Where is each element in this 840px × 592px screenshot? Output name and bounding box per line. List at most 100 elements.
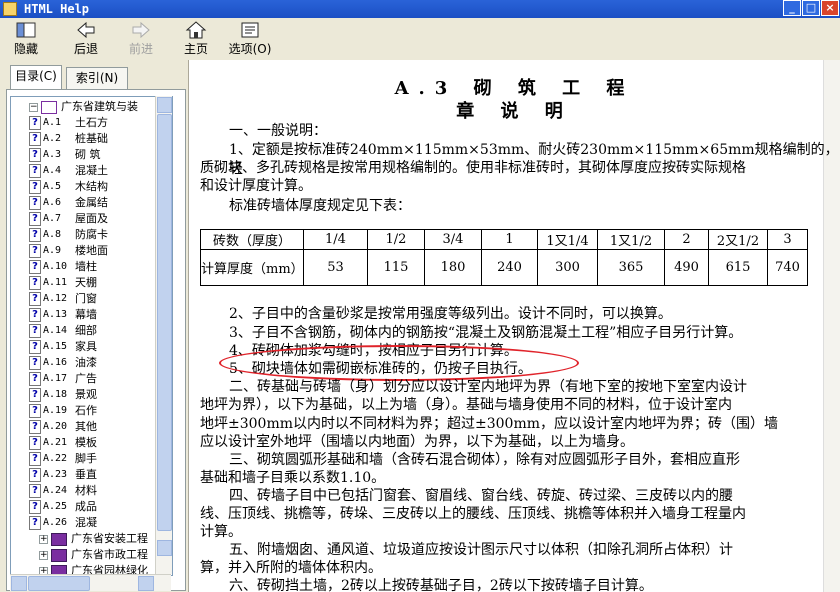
tree-item-label: 土石方 <box>75 116 108 129</box>
tree-item-label: 油漆 <box>75 356 97 369</box>
table-header-cell: 计算厚度（mm） <box>200 249 304 286</box>
tree-item-code: A.11 <box>43 277 68 288</box>
hide-pane-icon <box>16 22 36 38</box>
paragraph: 地坪为界），以下为基础，以上为墙（身）。基础与墙身使用不同的材料，位于设计室内 <box>200 397 732 413</box>
minimize-button[interactable]: _ <box>783 0 801 16</box>
tree-item-label: 脚手 <box>75 452 97 465</box>
scroll-up-icon[interactable] <box>157 97 172 113</box>
help-topic-icon: ? <box>29 324 41 338</box>
tree-item-code: A.12 <box>43 293 68 304</box>
scroll-right-icon[interactable] <box>138 576 154 591</box>
expand-icon: + <box>39 550 48 560</box>
tree-item-code: A.7 <box>43 213 62 224</box>
paragraph: 地坪±300mm以内时以不同材料为界；超过±300mm，应以设计室内地坪为界；砖… <box>200 416 779 432</box>
tree-item-code: A.17 <box>43 373 68 384</box>
paragraph: 应以设计室外地坪（围墙以内地面）为界，以下为基础，以上为墙身。 <box>200 434 634 450</box>
back-arrow-icon <box>77 21 95 39</box>
table-cell: 1/2 <box>367 229 425 250</box>
tree-item-label: 墙柱 <box>75 260 97 273</box>
tree-item-label: 模板 <box>75 436 97 449</box>
tab-contents[interactable]: 目录(C) <box>10 65 62 89</box>
help-topic-icon: ? <box>29 116 41 130</box>
book-icon <box>51 533 67 546</box>
hscroll-thumb[interactable] <box>28 576 90 591</box>
help-topic-icon: ? <box>29 516 41 530</box>
title-bar: HTML Help _ □ × <box>0 0 840 18</box>
options-icon <box>241 22 259 38</box>
table-cell: 365 <box>597 249 665 286</box>
tree-item-code: A.5 <box>43 181 62 192</box>
tree-item-label: 门窗 <box>75 292 97 305</box>
tree-item-label: 砌 筑 <box>75 148 101 161</box>
back-button[interactable]: 后退 <box>66 20 106 58</box>
paragraph: 五、附墙烟囱、通风道、垃圾道应按设计图示尺寸以体积（扣除孔洞所占体积）计 <box>229 542 733 558</box>
tree-item-code: A.24 <box>43 485 68 496</box>
table-cell: 615 <box>708 249 768 286</box>
help-topic-icon: ? <box>29 372 41 386</box>
table-cell: 3 <box>767 229 808 250</box>
help-topic-icon: ? <box>29 228 41 242</box>
tab-index[interactable]: 索引(N) <box>66 67 128 89</box>
topic-subtitle: 章 说 明 <box>456 101 573 122</box>
content-scrollbar[interactable] <box>823 60 840 592</box>
help-topic-icon: ? <box>29 452 41 466</box>
forward-arrow-icon <box>132 21 150 39</box>
help-topic-icon: ? <box>29 500 41 514</box>
tree-item-label: 金属结 <box>75 196 108 209</box>
tree-item-label: 屋面及 <box>75 212 108 225</box>
tree-item-label: 楼地面 <box>75 244 108 257</box>
paragraph: 2、子目中的含量砂浆是按常用强度等级列出。设计不同时，可以换算。 <box>229 306 672 322</box>
options-label: 选项(O) <box>228 42 272 56</box>
table-cell: 300 <box>537 249 598 286</box>
expand-icon: + <box>39 534 48 544</box>
help-topic-icon: ? <box>29 276 41 290</box>
tree-item-code: A.20 <box>43 421 68 432</box>
tree-item-code: A.9 <box>43 245 62 256</box>
tree-vertical-scrollbar[interactable] <box>155 96 172 574</box>
paragraph: 线、压顶线、挑檐等，砖垛、三皮砖以上的腰线、压顶线、挑檐等体积并入墙身工程量内 <box>200 506 746 522</box>
table-row: 砖数（厚度） 1/4 1/2 3/4 1 1又1/4 1又1/2 2 2又1/2… <box>200 229 808 250</box>
tree-item-label: 其他 <box>75 420 97 433</box>
hide-button[interactable]: 隐藏 <box>6 20 46 58</box>
tree-item-code: A.21 <box>43 437 68 448</box>
table-row: 计算厚度（mm） 53 115 180 240 300 365 490 615 … <box>200 249 808 286</box>
tree-item-code: A.1 <box>43 117 62 128</box>
scroll-thumb[interactable] <box>157 114 172 531</box>
close-button[interactable]: × <box>821 0 839 16</box>
tree-item-code: A.13 <box>43 309 68 320</box>
help-topic-icon: ? <box>29 164 41 178</box>
tree-item-label: 细部 <box>75 324 97 337</box>
tree-item-label: 成品 <box>75 500 97 513</box>
back-label: 后退 <box>73 42 98 56</box>
paragraph: 二、砖基础与砖墙（身）划分应以设计室内地坪为界（有地下室的按地下室室内设计 <box>229 379 747 395</box>
help-topic-icon: ? <box>29 244 41 258</box>
forward-button[interactable]: 前进 <box>121 20 161 58</box>
tree-item-code: A.26 <box>43 517 68 528</box>
tree-item-code: A.18 <box>43 389 68 400</box>
help-topic-icon: ? <box>29 404 41 418</box>
tree-item-code: A.2 <box>43 133 62 144</box>
table-cell: 1/4 <box>303 229 368 250</box>
tree-item-code: A.15 <box>43 341 68 352</box>
maximize-button[interactable]: □ <box>802 0 820 16</box>
paragraph: 3、子目不含钢筋，砌体内的钢筋按“混凝土及钢筋混凝土工程”相应子目另行计算。 <box>229 325 743 341</box>
paragraph: 标准砖墙体厚度规定见下表： <box>229 198 411 214</box>
help-topic-icon: ? <box>29 388 41 402</box>
contents-tree: − 广东省建筑与装 ? A.1 土石方? A.2 桩基础? A.3 砌 筑? A.4 混凝土? A… <box>10 96 173 576</box>
tree-item-code: A.10 <box>43 261 68 272</box>
help-topic-icon: ? <box>29 484 41 498</box>
toolbar: 隐藏 后退 前进 主页 选项(O) <box>0 18 840 61</box>
tree-item-label: 景观 <box>75 388 97 401</box>
help-app-icon <box>3 2 17 16</box>
book-icon <box>51 549 67 562</box>
scroll-left-icon[interactable] <box>11 576 27 591</box>
tree-horizontal-scrollbar[interactable] <box>10 574 171 591</box>
home-button[interactable]: 主页 <box>178 20 214 58</box>
options-button[interactable]: 选项(O) <box>226 20 274 58</box>
tree-item-code: A.6 <box>43 197 62 208</box>
tree-item-code: A.23 <box>43 469 68 480</box>
scroll-down-icon[interactable] <box>157 540 172 556</box>
tree-item-label: 广告 <box>75 372 97 385</box>
tree-item-code: A.4 <box>43 165 62 176</box>
table-cell: 3/4 <box>424 229 482 250</box>
